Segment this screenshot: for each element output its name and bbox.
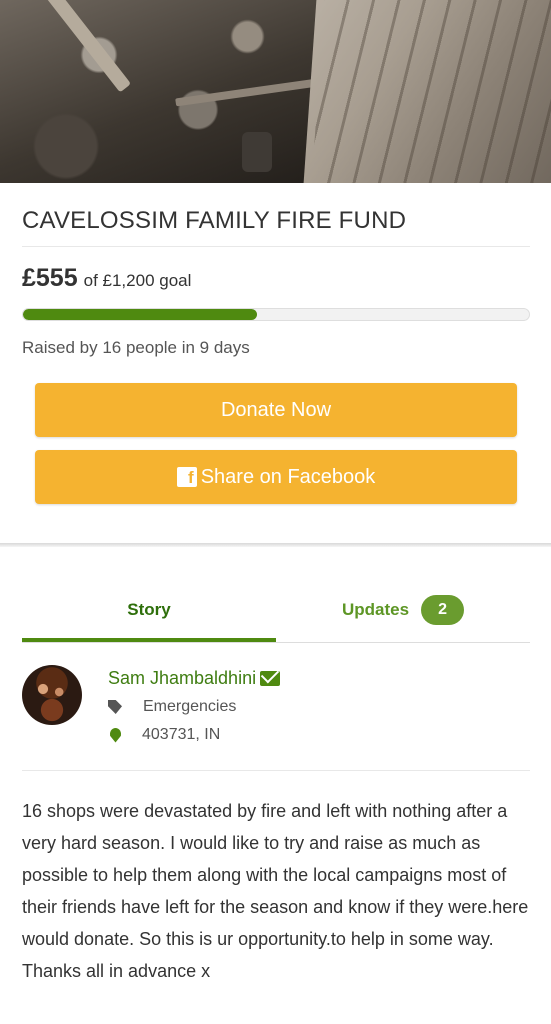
divider xyxy=(22,246,530,247)
category-text[interactable]: Emergencies xyxy=(143,698,236,716)
tab-story-label: Story xyxy=(127,600,171,619)
pipe-debris xyxy=(242,132,272,172)
amount-raised: £555 xyxy=(22,264,78,292)
organizer-name[interactable]: Sam Jhambaldhini xyxy=(108,668,256,689)
tab-divider xyxy=(22,642,530,643)
progress-bar xyxy=(22,308,530,321)
divider xyxy=(22,770,530,771)
raised-by-text: Raised by 16 people in 9 days xyxy=(22,338,250,357)
location-text: 403731, IN xyxy=(142,726,221,743)
category-row: Emergencies xyxy=(108,698,236,716)
tag-icon xyxy=(108,700,122,714)
organizer-avatar[interactable] xyxy=(22,665,82,725)
location-row: 403731, IN xyxy=(108,726,220,744)
tab-story[interactable]: Story xyxy=(22,580,276,640)
envelope-icon[interactable] xyxy=(260,671,281,686)
campaign-title: CAVELOSSIM FAMILY FIRE FUND xyxy=(22,207,407,234)
goal-text: of £1,200 goal xyxy=(83,271,192,290)
donate-now-button[interactable]: Donate Now xyxy=(35,383,517,437)
updates-count-badge: 2 xyxy=(421,595,465,625)
tab-updates[interactable]: Updates 2 xyxy=(276,580,530,640)
section-separator xyxy=(0,543,551,547)
map-pin-icon xyxy=(110,727,121,743)
donate-now-label: Donate Now xyxy=(220,398,332,421)
progress-fill xyxy=(23,309,258,320)
campaign-cover-image xyxy=(0,0,551,183)
share-on-facebook-button[interactable]: f Share on Facebook xyxy=(35,450,517,504)
tab-bar: Story Updates 2 xyxy=(22,580,530,644)
story-text: 16 shops were devastated by fire and lef… xyxy=(22,801,529,981)
amount-row: £555 of £1,200 goal xyxy=(22,264,191,300)
metal-sheet-ridges xyxy=(311,0,551,183)
organizer-name-row: Sam Jhambaldhini xyxy=(108,668,281,689)
share-on-facebook-label: Share on Facebook xyxy=(200,465,376,488)
facebook-icon: f xyxy=(176,467,197,487)
tab-updates-label: Updates xyxy=(341,600,410,619)
